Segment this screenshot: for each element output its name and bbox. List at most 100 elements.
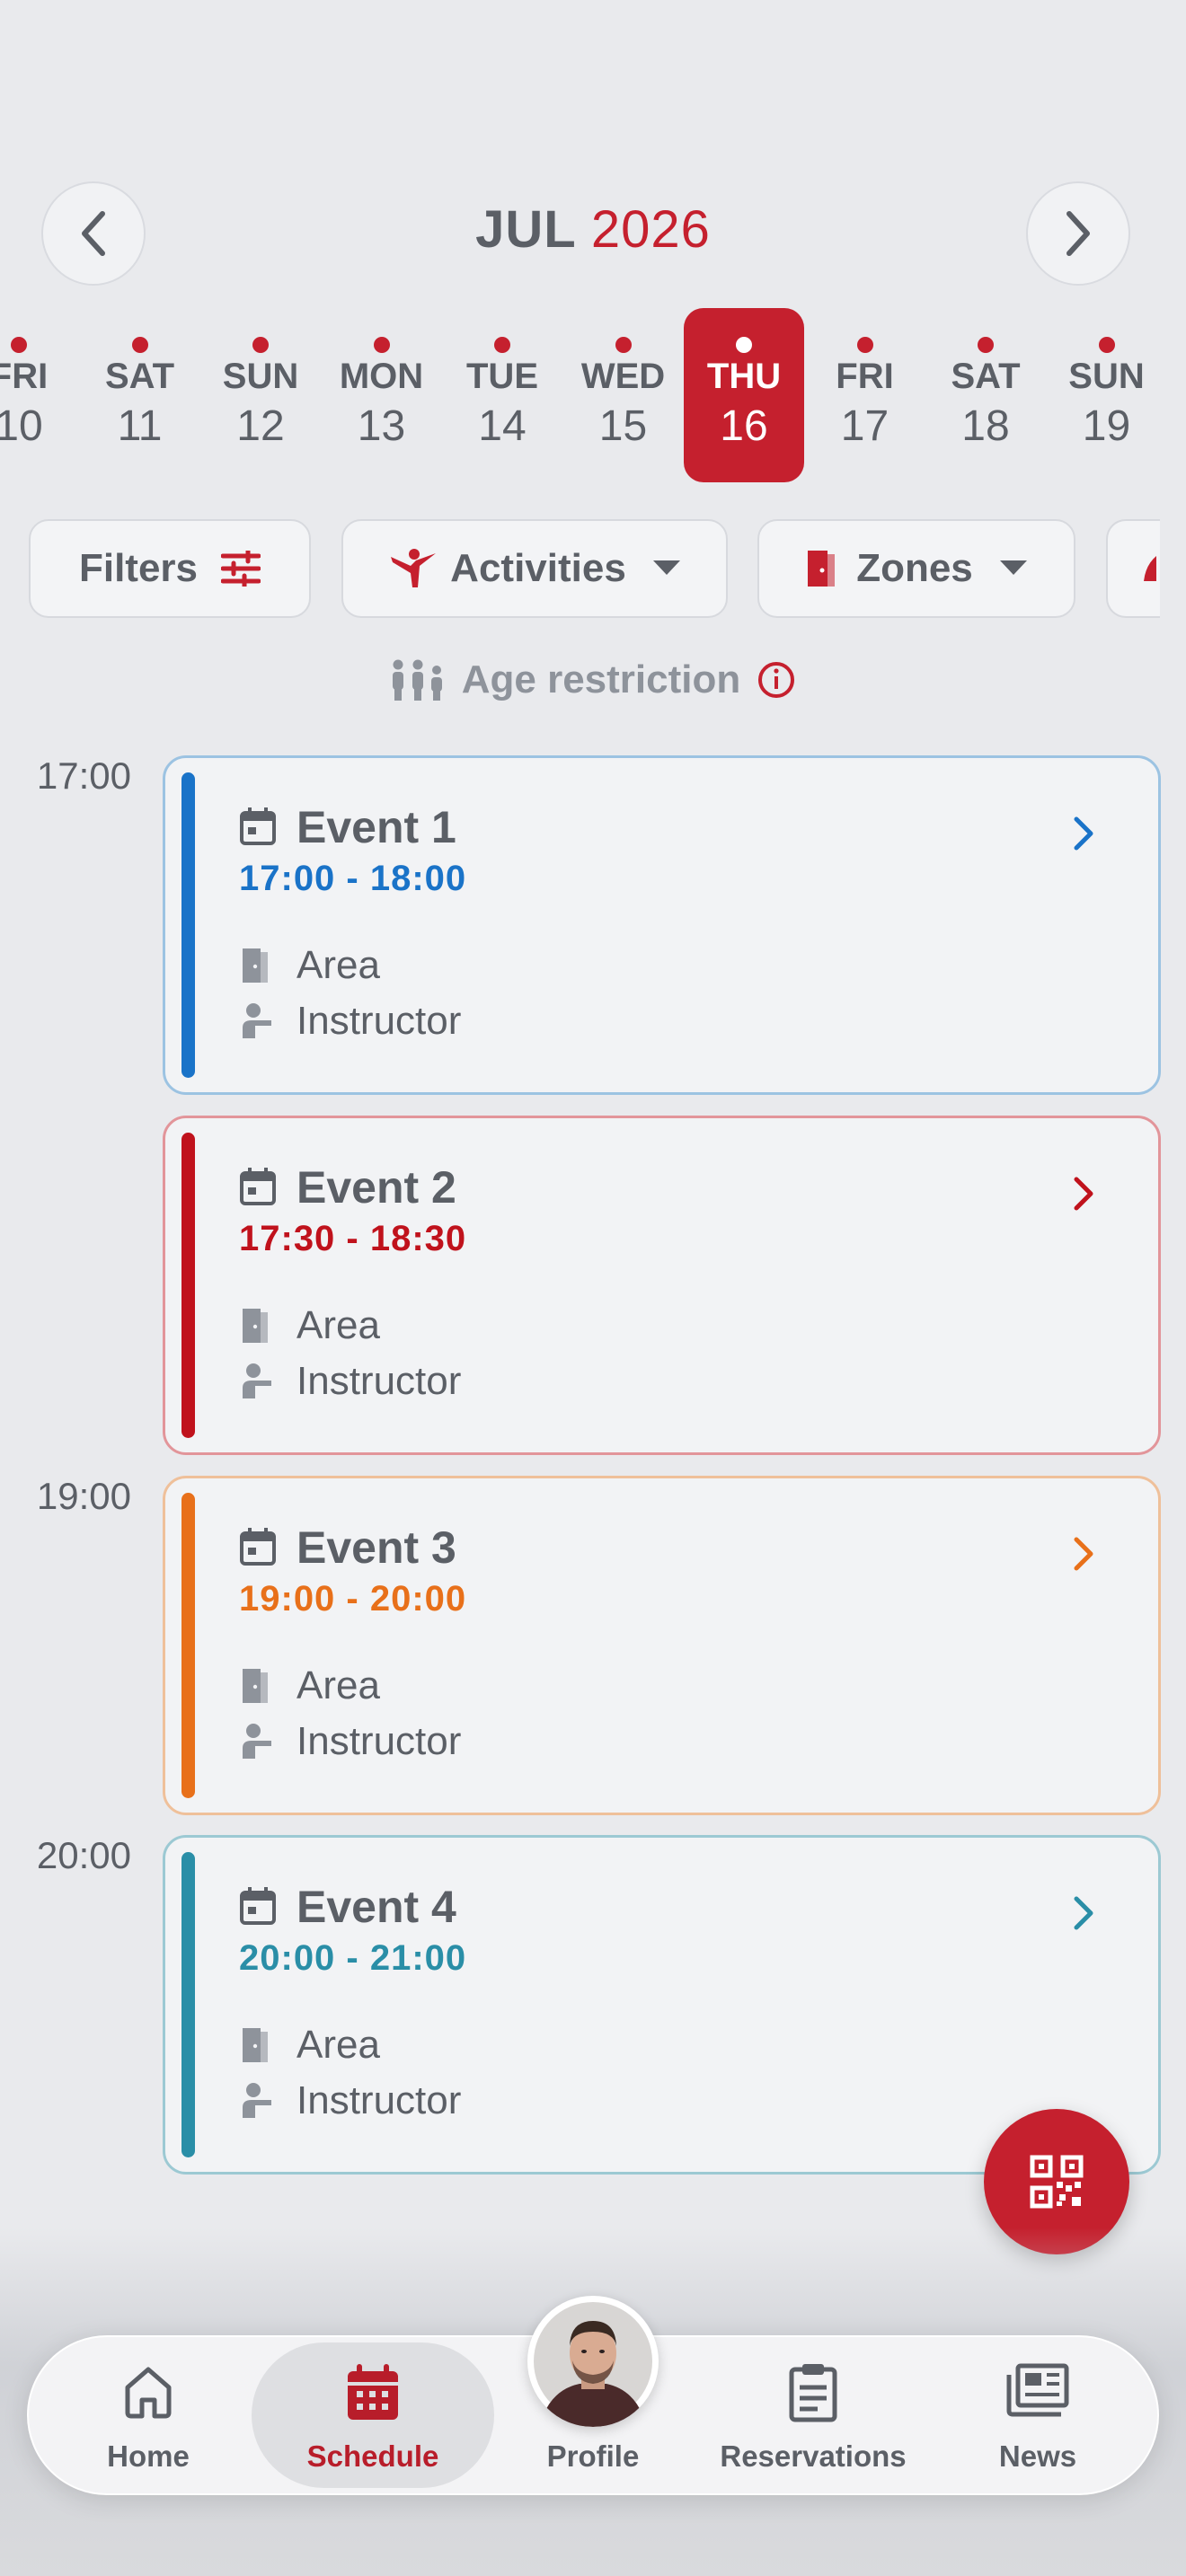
door-icon	[243, 948, 268, 983]
event-time: 19:00 - 20:00	[239, 1579, 467, 1619]
nav-reservations-label: Reservations	[720, 2439, 907, 2473]
event-color-bar	[181, 1852, 195, 2157]
day-number: 14	[478, 402, 527, 450]
event-dot	[615, 337, 632, 353]
day-of-week: MON	[339, 357, 424, 396]
day-thu-16[interactable]: THU 16	[684, 308, 804, 482]
caret-down-icon	[652, 560, 680, 575]
calendar-icon	[240, 1887, 276, 1925]
day-tue-14[interactable]: TUE 14	[442, 308, 562, 482]
event-card[interactable]: Event 1 17:00 - 18:00 Area Instructor	[163, 755, 1161, 1095]
age-restriction-label: Age restriction	[461, 657, 741, 701]
zones-dropdown[interactable]: Zones	[757, 519, 1075, 618]
activities-dropdown[interactable]: Activities	[341, 519, 728, 618]
nav-home[interactable]: Home	[81, 2335, 216, 2495]
day-number: 15	[598, 402, 648, 450]
door-icon	[808, 551, 836, 587]
event-card[interactable]: Event 2 17:30 - 18:30 Area Instructor	[163, 1116, 1161, 1455]
filters-button[interactable]: Filters	[29, 519, 311, 618]
chevron-right-icon	[1074, 1177, 1093, 1211]
event-area: Area	[296, 1663, 380, 1707]
people-icon	[392, 659, 442, 701]
event-color-bar	[181, 1493, 195, 1798]
chevron-right-icon	[1067, 211, 1090, 256]
martial-arts-icon	[391, 549, 437, 587]
calendar-icon	[240, 807, 276, 845]
day-sun-19[interactable]: SUN 19	[1047, 308, 1167, 482]
event-title: Event 1	[296, 802, 456, 852]
day-sat-18[interactable]: SAT 18	[925, 308, 1046, 482]
day-sun-12[interactable]: SUN 12	[200, 308, 321, 482]
filters-label: Filters	[78, 546, 199, 590]
door-icon	[243, 2028, 268, 2062]
day-of-week: FRI	[0, 357, 49, 396]
event-instructor: Instructor	[296, 2078, 462, 2122]
activities-label: Activities	[450, 546, 626, 590]
nav-news[interactable]: News	[970, 2335, 1105, 2495]
nav-schedule[interactable]: Schedule	[274, 2335, 472, 2495]
clipboard-icon	[789, 2364, 837, 2422]
instructor-icon	[243, 1363, 271, 1398]
day-fri-10[interactable]: FRI 10	[0, 308, 79, 482]
newspaper-icon	[1006, 2363, 1069, 2417]
event-instructor: Instructor	[296, 1719, 462, 1763]
calendar-icon	[348, 2364, 398, 2420]
nav-profile[interactable]: Profile	[526, 2335, 660, 2495]
calendar-icon	[240, 1168, 276, 1205]
event-dot	[978, 337, 994, 353]
qr-code-icon	[1030, 2155, 1084, 2209]
month-label: JUL	[475, 200, 576, 259]
day-number: 16	[720, 402, 768, 450]
chevron-right-icon	[1074, 1896, 1093, 1930]
event-card[interactable]: Event 3 19:00 - 20:00 Area Instructor	[163, 1476, 1161, 1815]
day-number: 12	[236, 402, 285, 450]
zones-label: Zones	[856, 546, 973, 590]
nav-home-label: Home	[107, 2439, 190, 2473]
day-sat-11[interactable]: SAT 11	[80, 308, 200, 482]
day-of-week: TUE	[466, 357, 538, 396]
instructor-icon	[243, 1724, 271, 1759]
event-dot	[736, 337, 752, 353]
day-number: 19	[1082, 402, 1131, 450]
event-area: Area	[296, 1303, 380, 1347]
age-restriction-button[interactable]: Age restriction	[0, 648, 1186, 711]
event-area: Area	[296, 943, 380, 987]
day-wed-15[interactable]: WED 15	[563, 308, 684, 482]
event-time: 17:00 - 18:00	[239, 859, 467, 898]
nav-schedule-label: Schedule	[306, 2439, 439, 2473]
caret-down-icon	[999, 560, 1027, 575]
event-dot	[252, 337, 269, 353]
chevron-right-icon	[1074, 816, 1093, 851]
next-month-button[interactable]	[1026, 181, 1130, 286]
nav-profile-label: Profile	[546, 2439, 640, 2473]
day-of-week: FRI	[836, 357, 894, 396]
day-of-week: SUN	[222, 357, 299, 396]
event-dot	[131, 337, 148, 353]
door-icon	[243, 1669, 268, 1703]
info-icon	[758, 662, 795, 698]
nav-reservations[interactable]: Reservations	[710, 2335, 916, 2495]
day-fri-17[interactable]: FRI 17	[805, 308, 925, 482]
day-of-week: SAT	[951, 357, 1021, 396]
time-label: 19:00	[36, 1475, 131, 1517]
instructor-icon	[243, 2083, 271, 2118]
day-number: 10	[0, 402, 43, 450]
event-area: Area	[296, 2023, 380, 2067]
event-dot	[494, 337, 510, 353]
event-dot	[856, 337, 873, 353]
event-instructor: Instructor	[296, 1359, 462, 1403]
day-of-week: SAT	[104, 357, 175, 396]
month-title: JUL 2026	[0, 199, 1186, 260]
partial-icon	[1144, 556, 1156, 581]
day-of-week: THU	[706, 357, 782, 396]
more-filter-chip[interactable]	[1106, 519, 1160, 618]
day-mon-13[interactable]: MON 13	[322, 308, 442, 482]
instructor-icon	[243, 1003, 271, 1038]
event-title: Event 3	[296, 1522, 456, 1573]
door-icon	[243, 1309, 268, 1343]
time-label: 20:00	[36, 1834, 131, 1876]
day-of-week: SUN	[1068, 357, 1145, 396]
day-number: 18	[961, 402, 1010, 450]
event-title: Event 2	[296, 1162, 456, 1213]
event-color-bar	[181, 772, 195, 1078]
